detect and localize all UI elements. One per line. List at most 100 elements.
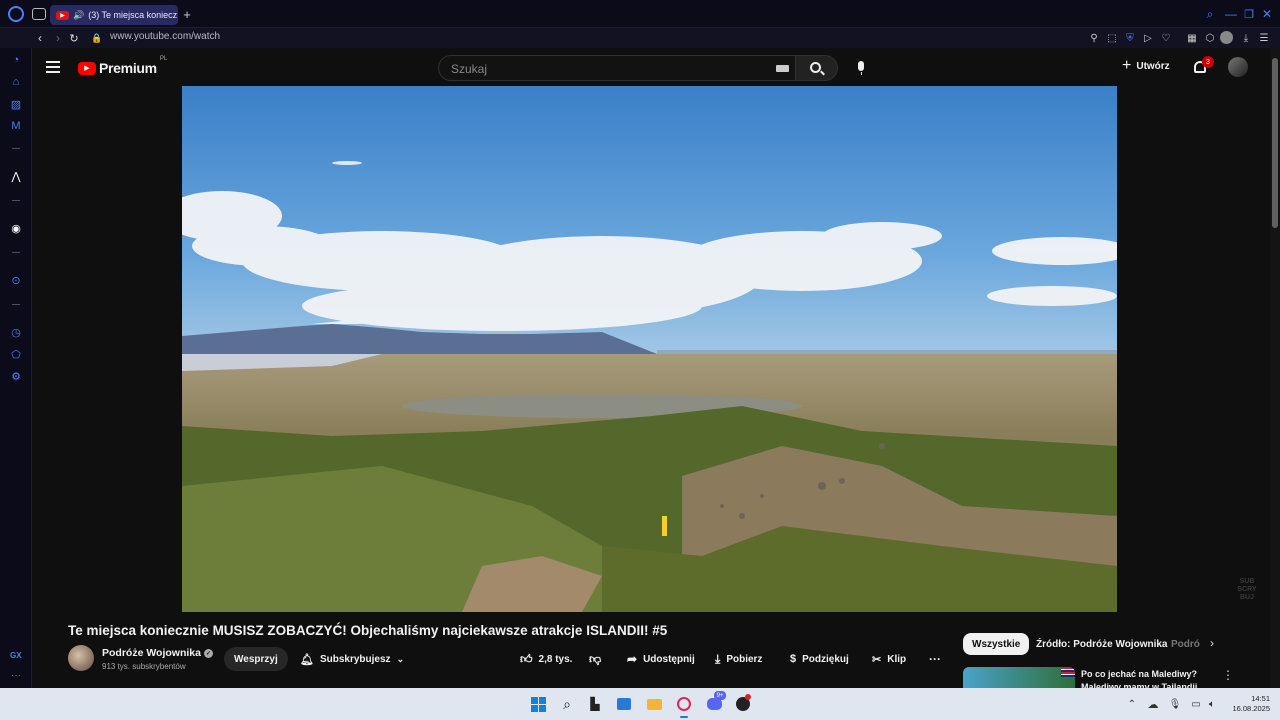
- aria-icon[interactable]: ⋀: [8, 168, 24, 184]
- windows-start-icon[interactable]: [528, 694, 548, 714]
- bell-icon: 🔔︎: [300, 653, 314, 666]
- volume-tray-icon[interactable]: 🔈︎: [1202, 694, 1222, 714]
- youtube-logo[interactable]: ▶ Premium PL: [78, 56, 167, 76]
- back-icon[interactable]: ‹: [34, 31, 46, 45]
- app-notification-dot: [745, 694, 751, 700]
- share-button[interactable]: ➦ Udostępnij: [617, 647, 705, 671]
- search-button[interactable]: [796, 55, 838, 81]
- windows-taskbar: ⌕ ▙ 9+ ⌃ ☁ 🎙︎ ▭ 🔈︎ 14:51 16.08.2025: [0, 688, 1280, 720]
- avatar[interactable]: [1228, 57, 1248, 77]
- recommendation-thumbnail[interactable]: [963, 667, 1075, 688]
- player-icon[interactable]: ▷: [1142, 31, 1154, 45]
- subscribed-button[interactable]: 🔔︎ Subskrybujesz ⌄: [290, 647, 414, 671]
- opera-gx-logo-icon[interactable]: [8, 6, 24, 22]
- sidebar-gx-label[interactable]: GX: [10, 651, 22, 660]
- chip-all[interactable]: Wszystkie: [963, 633, 1030, 655]
- clock[interactable]: 14:51 16.08.2025: [1222, 694, 1270, 714]
- gx-corner-icon[interactable]: ⌂: [8, 74, 24, 90]
- dislike-button[interactable]: 👎︎: [579, 647, 611, 671]
- microphone-icon[interactable]: [858, 61, 864, 71]
- profile-avatar[interactable]: [1220, 31, 1233, 44]
- vpn-shield-icon[interactable]: ⛨: [1124, 31, 1136, 45]
- close-window-button[interactable]: ✕: [1260, 7, 1274, 21]
- history-icon[interactable]: ◷: [8, 324, 24, 340]
- new-tab-button[interactable]: +: [180, 7, 194, 22]
- thanks-label: Podziękuj: [802, 653, 849, 665]
- pinboard-icon[interactable]: ⬠: [8, 346, 24, 362]
- create-button[interactable]: + Utwórz: [1122, 58, 1170, 74]
- create-label: Utwórz: [1136, 60, 1170, 72]
- minimize-button[interactable]: —: [1224, 7, 1238, 21]
- url-text[interactable]: www.youtube.com/watch: [110, 31, 220, 42]
- channel-name-text: Podróże Wojownika: [102, 647, 201, 659]
- tab-title: (3) Te miejsca koniecz: [88, 10, 178, 20]
- menu-icon[interactable]: ☰: [1258, 31, 1270, 45]
- chips-next-icon[interactable]: ›: [1210, 636, 1214, 650]
- cloud-icon[interactable]: ☁: [1143, 694, 1163, 714]
- gx-control-icon[interactable]: ◔: [8, 52, 24, 68]
- mic-tray-icon[interactable]: 🎙︎: [1165, 694, 1185, 714]
- channel-avatar[interactable]: [68, 645, 94, 671]
- youtube-page: ▶ Premium PL Szukaj + Utwórz 3 SUB SCRY …: [32, 48, 1270, 688]
- chip-label: Podró: [1171, 638, 1200, 650]
- scrollbar-thumb[interactable]: [1272, 58, 1278, 228]
- recommendation-menu-icon[interactable]: ⋮: [1222, 668, 1234, 682]
- clip-button[interactable]: ✂ Klip: [862, 647, 916, 671]
- download-icon[interactable]: ⤓: [1240, 31, 1252, 45]
- chip-more[interactable]: Podró: [1162, 633, 1200, 655]
- heart-icon[interactable]: ♡: [1160, 31, 1172, 45]
- more-icon[interactable]: ···: [11, 670, 21, 681]
- discord-icon[interactable]: ◉: [8, 220, 24, 236]
- player-sidebar-icon[interactable]: ⊙: [8, 272, 24, 288]
- speaker-icon[interactable]: 🔊: [73, 10, 84, 21]
- task-view-icon[interactable]: ▙: [585, 694, 605, 714]
- page-scrollbar[interactable]: [1270, 48, 1280, 688]
- channel-name[interactable]: Podróże Wojownika ✓: [102, 647, 213, 659]
- rec-title-line2: Malediwy mamy w Tajlandii: [1081, 682, 1198, 688]
- share-label: Udostępnij: [643, 653, 695, 665]
- channel-watermark[interactable]: SUB SCRY BUJ: [1234, 578, 1260, 602]
- chevron-up-icon[interactable]: ⌃: [1122, 694, 1142, 714]
- support-label: Wesprzyj: [234, 653, 278, 665]
- store-icon[interactable]: [614, 694, 634, 714]
- extensions-icon[interactable]: ⬡: [1204, 31, 1216, 45]
- subscribed-label: Subskrybujesz: [319, 653, 391, 665]
- clock-date: 16.08.2025: [1232, 704, 1270, 713]
- more-actions-button[interactable]: ···: [919, 647, 951, 671]
- chip-source[interactable]: Źródło: Podróże Wojownika: [1027, 633, 1176, 655]
- search-input[interactable]: Szukaj: [438, 55, 796, 81]
- reload-icon[interactable]: ↻: [68, 31, 80, 45]
- support-button[interactable]: Wesprzyj: [224, 647, 288, 671]
- forward-icon[interactable]: ›: [52, 31, 64, 45]
- thailand-flag-icon: [1061, 667, 1075, 677]
- video-player[interactable]: [182, 86, 1117, 612]
- snapshot-icon[interactable]: ⬚: [1106, 31, 1118, 45]
- file-explorer-icon[interactable]: [644, 694, 664, 714]
- chevron-down-icon: ⌄: [396, 653, 405, 664]
- youtube-favicon-icon: ▶: [56, 10, 69, 20]
- gx-cleaner-icon[interactable]: ▨: [8, 96, 24, 112]
- search-tabs-icon[interactable]: ⌕: [1203, 7, 1217, 21]
- notification-badge: 3: [1202, 56, 1214, 68]
- taskbar-search-icon[interactable]: ⌕: [557, 694, 577, 714]
- hamburger-menu-icon[interactable]: [46, 61, 60, 73]
- thumbs-up-icon: 👍︎: [520, 651, 533, 666]
- sidebar-divider: [12, 200, 20, 201]
- download-arrow-icon: ⤓: [715, 651, 721, 666]
- microphone-stand: [861, 72, 862, 75]
- gmail-icon[interactable]: M: [8, 118, 24, 134]
- lock-icon[interactable]: 🔒: [91, 31, 102, 45]
- settings-icon[interactable]: ⚙: [8, 368, 24, 384]
- pin-icon[interactable]: ⚲: [1088, 31, 1100, 45]
- keyboard-icon[interactable]: [776, 65, 789, 72]
- tab-youtube[interactable]: ▶ 🔊 (3) Te miejsca koniecz: [50, 5, 178, 25]
- tab-manager-icon[interactable]: [32, 8, 46, 20]
- like-button[interactable]: 👍︎ 2,8 tys.: [510, 647, 582, 671]
- recommendation-title[interactable]: Po co jechać na Malediwy? Malediwy mamy …: [1081, 668, 1221, 688]
- qr-icon[interactable]: ▦: [1186, 31, 1198, 45]
- thanks-dollar-icon: $: [790, 653, 797, 665]
- restore-button[interactable]: ❐: [1242, 7, 1256, 21]
- thanks-button[interactable]: $ Podziękuj: [780, 647, 859, 671]
- download-button[interactable]: ⤓ Pobierz: [705, 647, 772, 671]
- opera-gx-taskbar-icon[interactable]: [674, 694, 694, 714]
